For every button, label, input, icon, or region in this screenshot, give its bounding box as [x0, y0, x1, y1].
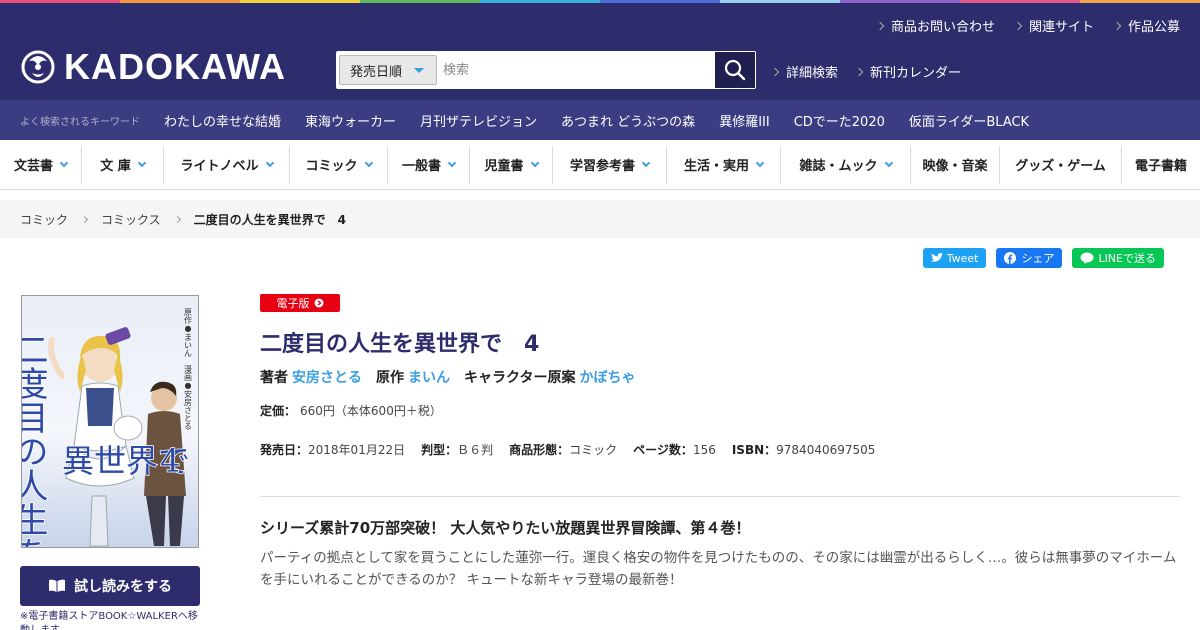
- category-comic[interactable]: コミック: [290, 145, 388, 184]
- meta-format: 判型：Ｂ６判: [421, 443, 494, 457]
- utility-links: 商品お問い合わせ 関連サイト 作品公募: [875, 16, 1180, 35]
- keyword-link[interactable]: 月刊ザテレビジョン: [420, 111, 537, 130]
- keyword-list: わたしの幸せな結婚 東海ウォーカー 月刊ザテレビジョン あつまれ どうぶつの森 …: [164, 111, 1029, 130]
- advanced-search-link[interactable]: 詳細検索: [770, 62, 838, 81]
- chevron-right-icon: [80, 215, 89, 223]
- keyword-link[interactable]: わたしの幸せな結婚: [164, 111, 281, 130]
- original-author-link[interactable]: まいん: [408, 370, 450, 386]
- chevron-down-icon: [530, 158, 539, 167]
- line-share-button[interactable]: LINEで送る: [1072, 248, 1164, 268]
- chevron-down-icon: [755, 158, 765, 167]
- breadcrumb-current: 二度目の人生を異世界で 4: [193, 212, 347, 227]
- popular-keywords-bar: よく検索されるキーワード わたしの幸せな結婚 東海ウォーカー 月刊ザテレビジョン…: [0, 100, 1200, 140]
- search-button[interactable]: [715, 52, 755, 88]
- chevron-down-icon: [641, 158, 651, 167]
- search-icon: [724, 59, 746, 81]
- section-divider: [260, 496, 1180, 497]
- site-header: 商品お問い合わせ 関連サイト 作品公募 KADOKAWA 発売日順 詳細検索 新…: [0, 3, 1200, 100]
- category-magazine[interactable]: 雑誌・ムック: [781, 145, 911, 184]
- category-children[interactable]: 児童書: [470, 145, 553, 184]
- product-title: 二度目の人生を異世界で 4: [260, 332, 540, 357]
- keywords-label: よく検索されるキーワード: [20, 116, 140, 128]
- breadcrumb: コミック コミックス 二度目の人生を異世界で 4: [0, 200, 1200, 238]
- trial-read-button[interactable]: 試し読みをする: [20, 566, 200, 606]
- chevron-down-icon: [59, 158, 69, 167]
- utility-link-inquiry[interactable]: 商品お問い合わせ: [875, 16, 995, 35]
- ebook-badge[interactable]: 電子版: [260, 294, 340, 312]
- meta-release-date: 発売日：2018年01月22日: [260, 443, 406, 457]
- product-meta: 発売日：2018年01月22日 判型：Ｂ６判 商品形態：コミック ページ数：15…: [260, 441, 875, 458]
- product-catchphrase: シリーズ累計70万部突破！ 大人気やりたい放題異世界冒険譚、第４巻！: [260, 519, 751, 537]
- arrow-circle-icon: [314, 298, 323, 308]
- facebook-share-button[interactable]: シェア: [996, 248, 1063, 268]
- keyword-link[interactable]: CDでーた2020: [794, 111, 885, 130]
- price-value: 660円（本体600円＋税）: [300, 404, 442, 418]
- chevron-right-icon: [770, 67, 780, 76]
- chevron-down-icon: [447, 158, 457, 167]
- credit-role: 原作: [376, 370, 404, 386]
- category-bungei[interactable]: 文芸書: [0, 145, 82, 184]
- phoenix-logo-icon: [21, 50, 55, 84]
- category-goods-games[interactable]: グッズ・ゲーム: [1000, 145, 1122, 184]
- search-input[interactable]: [443, 52, 715, 88]
- meta-page-count: ページ数：156: [633, 443, 716, 457]
- keyword-link[interactable]: 仮面ライダーBLACK: [909, 111, 1029, 130]
- sort-order-select[interactable]: 発売日順: [339, 55, 437, 85]
- facebook-icon: [1004, 252, 1017, 264]
- line-icon: [1080, 252, 1094, 264]
- chevron-down-icon: [137, 158, 147, 167]
- utility-link-submissions[interactable]: 作品公募: [1112, 16, 1180, 35]
- chevron-right-icon: [854, 67, 864, 76]
- category-video-music[interactable]: 映像・音楽: [911, 145, 1000, 184]
- product-credits: 著者 安房さとる 原作 まいん キャラクター原案 かぼちゃ: [260, 367, 635, 387]
- category-ebooks[interactable]: 電子書籍: [1122, 146, 1200, 184]
- chevron-right-icon: [1013, 21, 1023, 30]
- open-book-icon: [49, 579, 65, 592]
- meta-isbn: ISBN：9784040697505: [731, 443, 876, 457]
- chevron-down-icon: [265, 158, 274, 167]
- credit-role: 著者: [260, 370, 288, 386]
- author-link[interactable]: 安房さとる: [292, 370, 362, 386]
- category-nav: 文芸書 文 庫 ライトノベル コミック 一般書 児童書 学習参考書 生活・実用 …: [0, 140, 1200, 190]
- cover-credit-line: 原作●まいん 漫画●安房さとる: [184, 308, 193, 430]
- keyword-link[interactable]: あつまれ どうぶつの森: [561, 111, 695, 130]
- category-lifestyle[interactable]: 生活・実用: [667, 145, 781, 184]
- chevron-right-icon: [1112, 21, 1122, 30]
- product-synopsis: パーティの拠点として家を買うことにした蓮弥一行。運良く格安の物件を見つけたものの…: [260, 550, 1177, 588]
- breadcrumb-comics[interactable]: コミックス: [101, 211, 161, 228]
- book-cover[interactable]: 二度目の人生を 異世界で 4 原作●まいん 漫画●安房さとる: [21, 295, 199, 548]
- category-light-novel[interactable]: ライトノベル: [164, 145, 290, 184]
- keyword-link[interactable]: 異修羅III: [719, 111, 770, 130]
- trial-read-note: ※電子書籍ストアBOOK☆WALKERへ移動します: [20, 611, 198, 630]
- new-release-calendar-link[interactable]: 新刊カレンダー: [854, 62, 961, 81]
- keyword-link[interactable]: 東海ウォーカー: [305, 111, 396, 130]
- share-buttons: Tweet シェア LINEで送る: [922, 248, 1164, 268]
- category-general[interactable]: 一般書: [388, 145, 470, 184]
- logo-wordmark: KADOKAWA: [64, 46, 286, 87]
- chevron-down-icon: [364, 158, 373, 167]
- site-logo[interactable]: KADOKAWA: [20, 47, 286, 87]
- credit-role: キャラクター原案: [464, 370, 576, 386]
- character-designer-link[interactable]: かぼちゃ: [579, 370, 635, 386]
- chevron-right-icon: [875, 21, 885, 30]
- utility-link-related-sites[interactable]: 関連サイト: [1013, 16, 1094, 35]
- cover-vertical-title: 二度目の人生を: [22, 332, 48, 548]
- price-label: 定価：: [260, 404, 297, 418]
- meta-product-type: 商品形態：コミック: [509, 443, 618, 457]
- cover-volume: 4: [160, 442, 180, 480]
- header-links: 詳細検索 新刊カレンダー: [770, 62, 961, 81]
- product-price: 定価： 660円（本体600円＋税）: [260, 402, 442, 419]
- category-study[interactable]: 学習参考書: [553, 145, 667, 184]
- twitter-bird-icon: [930, 253, 943, 262]
- search-bar: 発売日順: [336, 51, 756, 89]
- book-cover-illustration: 二度目の人生を 異世界で 4 原作●まいん 漫画●安房さとる: [22, 296, 198, 548]
- tweet-button[interactable]: Tweet: [922, 248, 987, 268]
- chevron-down-icon: [884, 158, 893, 167]
- dropdown-caret-icon: [414, 68, 424, 73]
- chevron-right-icon: [173, 215, 181, 223]
- breadcrumb-comic[interactable]: コミック: [20, 211, 68, 228]
- category-bunko[interactable]: 文 庫: [82, 145, 164, 184]
